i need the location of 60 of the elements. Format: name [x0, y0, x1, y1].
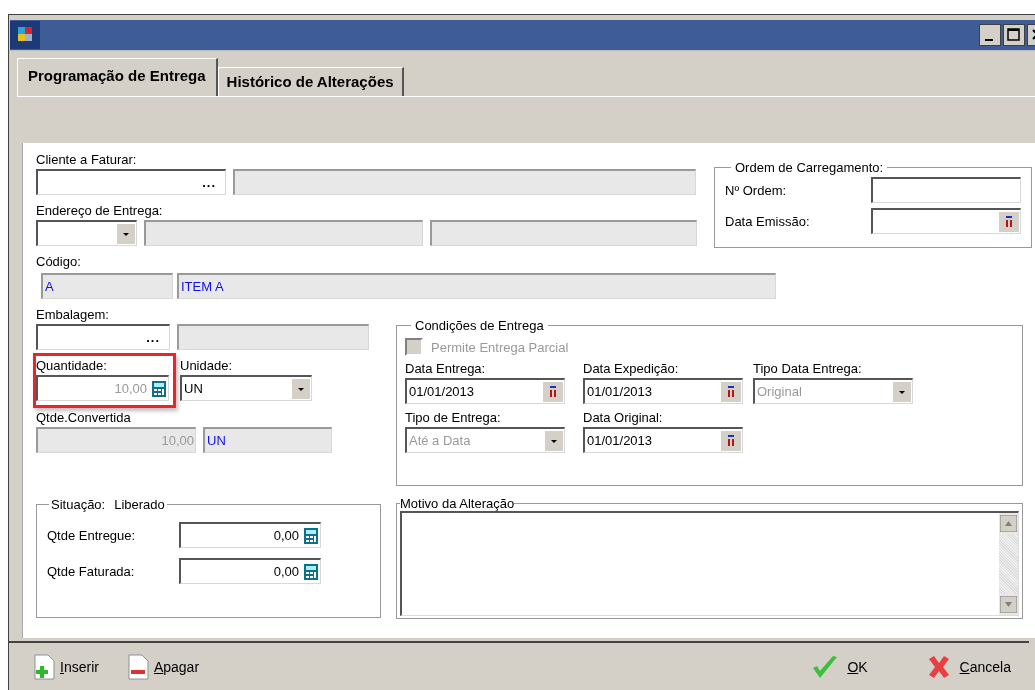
field-label: Tipo de Entrega: [405, 409, 502, 427]
app-icon [10, 21, 40, 49]
field-label: Embalagem: [36, 306, 110, 324]
field-label: Data Expedição: [583, 360, 680, 378]
tab[interactable]: Programação de Entrega [17, 58, 218, 96]
unit-dropdown[interactable]: UN [180, 375, 312, 401]
document-minus-icon [126, 654, 151, 680]
checkbox-label: Permite Entrega Parcial [431, 339, 569, 355]
scroll-up-button[interactable] [1000, 515, 1017, 532]
ok-button[interactable]: OK [811, 654, 868, 680]
field-label: Quantidade: [36, 357, 108, 375]
maximize-button[interactable] [1003, 24, 1025, 46]
date-field[interactable]: 01/01/2013 [583, 427, 743, 453]
code-field: A [41, 273, 173, 299]
converted-quantity-field: 10,00 [36, 427, 196, 453]
unit-field: UN [203, 427, 332, 453]
tab[interactable]: Histórico de Alterações [217, 67, 404, 96]
scrollbar[interactable] [999, 513, 1018, 615]
field-label: Data Emissão: [725, 213, 810, 229]
calendar-icon[interactable] [543, 381, 563, 402]
field-label: Data Original: [583, 409, 664, 427]
field-label: Cliente a Faturar: [36, 151, 138, 169]
calendar-icon[interactable] [721, 430, 741, 451]
calculator-icon[interactable] [303, 562, 319, 581]
date-field[interactable] [871, 208, 1021, 234]
cancel-button[interactable]: Cancela [925, 654, 1011, 680]
field-label: Data Entrega: [405, 360, 487, 378]
client-code-field[interactable]: ... [36, 169, 226, 195]
field-label: Nº Ordem: [725, 182, 787, 198]
insert-button[interactable]: Inserir [33, 654, 99, 680]
group-title: Condições de Entrega [414, 318, 545, 333]
field-label: Tipo Data Entrega: [753, 360, 863, 378]
quantity-field[interactable]: 0,00 [179, 558, 321, 584]
field-label: Qtde Faturada: [47, 563, 136, 579]
quantity-field[interactable]: 0,00 [179, 522, 321, 548]
address-dropdown[interactable] [36, 220, 137, 246]
field-label: Qtde Entregue: [47, 527, 137, 543]
minimize-button[interactable] [979, 24, 1001, 46]
group-title: Situação: [51, 497, 106, 512]
packaging-field[interactable]: ... [36, 324, 170, 350]
scroll-down-button[interactable] [1000, 596, 1017, 613]
field-label: Qtde.Convertida [36, 409, 132, 427]
description-field: ITEM A [177, 273, 776, 299]
date-field[interactable]: 01/01/2013 [405, 378, 565, 404]
quantity-value: 10,00 [113, 381, 148, 396]
calculator-icon[interactable] [303, 526, 319, 545]
field-label: Endereço de Entrega: [36, 202, 164, 220]
date-field[interactable]: 01/01/2013 [583, 378, 743, 404]
check-icon [811, 654, 840, 680]
delete-button[interactable]: Apagar [126, 654, 200, 680]
group-title: Motivo da Alteração [400, 496, 515, 511]
input-field[interactable] [871, 177, 1021, 203]
text-area[interactable] [400, 511, 1019, 616]
group-title: Ordem de Carregamento: [734, 160, 885, 175]
calendar-icon[interactable] [721, 381, 741, 402]
calendar-icon[interactable] [999, 211, 1019, 232]
status-value: Liberado [114, 497, 165, 512]
field-label: Código: [36, 253, 82, 271]
field-label: Unidade: [180, 357, 234, 375]
document-plus-icon [33, 654, 57, 680]
